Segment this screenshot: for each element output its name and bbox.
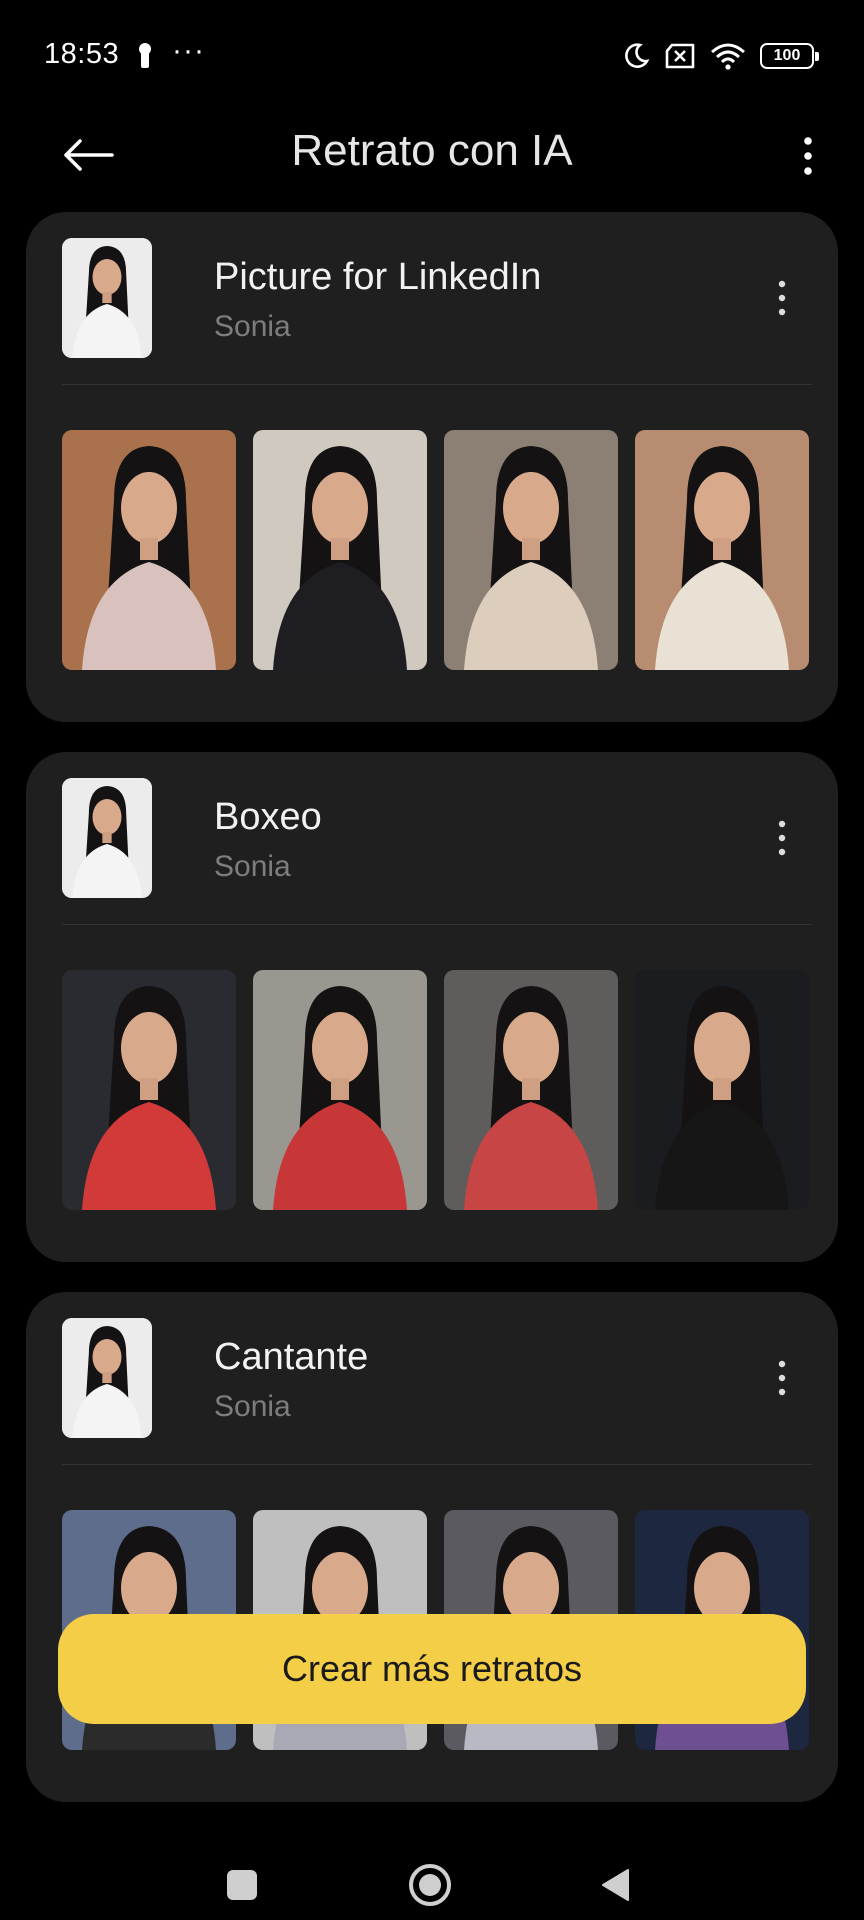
portrait-thumbnail[interactable] (62, 970, 236, 1210)
status-icons: 100 (622, 40, 819, 72)
app-screen: 18:53 ··· 100 Retrato con IA Picture for… (0, 0, 864, 1920)
portrait-thumbnail[interactable] (62, 430, 236, 670)
portrait-thumbnail[interactable] (444, 970, 618, 1210)
battery-icon: 100 (760, 43, 819, 69)
portrait-photo (635, 970, 809, 1210)
album-title: Cantante (214, 1336, 369, 1378)
album-header: Cantante Sonia (62, 1318, 802, 1438)
divider (62, 1464, 812, 1465)
more-options-button[interactable] (788, 128, 828, 184)
album-menu-button[interactable] (762, 808, 802, 868)
lock-icon (139, 43, 151, 68)
sim-off-icon (665, 43, 695, 69)
album-subject: Sonia (214, 1390, 291, 1423)
photo-row (62, 970, 812, 1210)
album-title: Picture for LinkedIn (214, 256, 542, 298)
recents-icon[interactable] (227, 1870, 257, 1900)
album-header: Picture for LinkedIn Sonia (62, 238, 802, 358)
album-menu-button[interactable] (762, 268, 802, 328)
album-header: Boxeo Sonia (62, 778, 802, 898)
more-vertical-icon (778, 820, 786, 856)
notification-dots: ··· (172, 34, 205, 67)
album-menu-button[interactable] (762, 1348, 802, 1408)
more-vertical-icon (778, 1360, 786, 1396)
portrait-photo (62, 430, 236, 670)
divider (62, 924, 812, 925)
portrait-thumbnail[interactable] (635, 970, 809, 1210)
page-title: Retrato con IA (291, 126, 573, 175)
reference-photo (62, 778, 152, 898)
reference-photo (62, 1318, 152, 1438)
reference-portrait (62, 238, 152, 358)
home-icon-dot (419, 1874, 441, 1896)
status-time: 18:53 (44, 38, 120, 70)
home-icon[interactable] (409, 1864, 451, 1906)
moon-icon (625, 43, 650, 68)
status-bar: 18:53 ··· 100 (0, 0, 864, 110)
create-more-portraits-button[interactable]: Crear más retratos (58, 1614, 806, 1724)
app-header: Retrato con IA (0, 110, 864, 200)
system-nav-bar (0, 1820, 864, 1920)
wifi-icon (711, 43, 745, 70)
reference-photo (62, 238, 152, 358)
album-card[interactable]: Picture for LinkedIn Sonia (26, 212, 838, 722)
portrait-thumbnail[interactable] (253, 430, 427, 670)
portrait-thumbnail[interactable] (444, 430, 618, 670)
portrait-photo (253, 970, 427, 1210)
album-card[interactable]: Boxeo Sonia (26, 752, 838, 1262)
back-triangle-icon[interactable] (600, 1868, 630, 1902)
album-title: Boxeo (214, 796, 322, 838)
album-subject: Sonia (214, 310, 291, 343)
portrait-photo (444, 970, 618, 1210)
portrait-thumbnail[interactable] (635, 430, 809, 670)
reference-portrait (62, 778, 152, 898)
portrait-photo (62, 970, 236, 1210)
more-vertical-icon (778, 280, 786, 316)
divider (62, 384, 812, 385)
portrait-photo (444, 430, 618, 670)
portrait-thumbnail[interactable] (253, 970, 427, 1210)
more-vertical-icon (804, 137, 812, 175)
battery-level: 100 (773, 47, 801, 64)
album-subject: Sonia (214, 850, 291, 883)
photo-row (62, 430, 812, 670)
portrait-photo (635, 430, 809, 670)
portrait-photo (253, 430, 427, 670)
reference-portrait (62, 1318, 152, 1438)
album-card[interactable]: Cantante Sonia (26, 1292, 838, 1802)
